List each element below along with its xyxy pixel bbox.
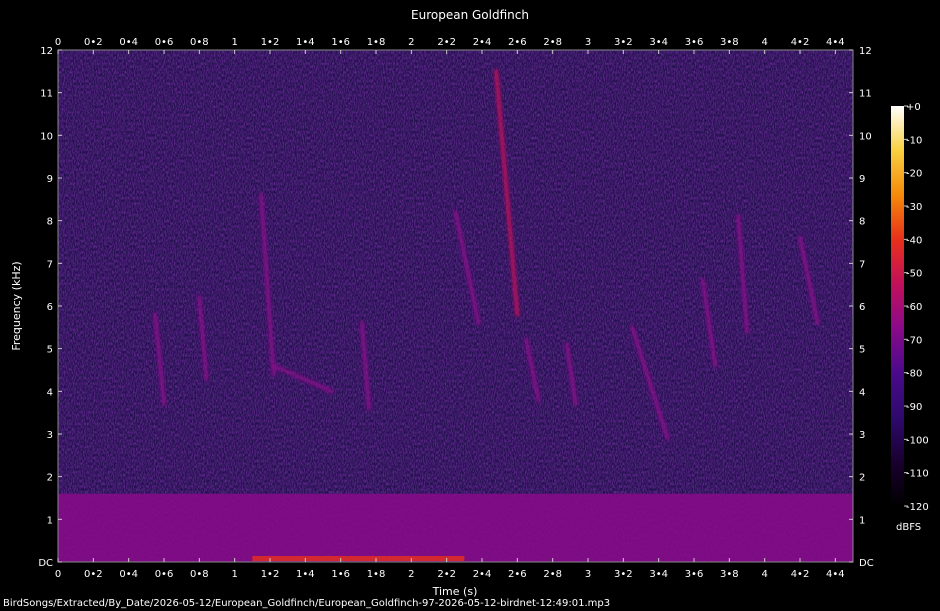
y-tick-label-right: 7 [859, 259, 865, 270]
y-tick-label-right: DC [859, 558, 874, 569]
x-tick-label-top: 3 [585, 37, 591, 48]
x-tick-label-top: 2•4 [473, 37, 492, 48]
x-tick-label-bottom: 2•8 [543, 569, 562, 580]
x-tick-label-top: 2•2 [437, 37, 456, 48]
y-tick-label-left: 11 [40, 89, 53, 100]
y-tick-label-right: 12 [859, 46, 872, 57]
colorbar-tick-label: -70 [906, 335, 922, 346]
x-tick-label-bottom: 1•2 [261, 569, 280, 580]
y-axis-label: Frequency (kHz) [10, 261, 23, 350]
x-tick-label-bottom: 1•6 [331, 569, 350, 580]
x-tick-label-top: 3•6 [685, 37, 704, 48]
spectrogram-bands [58, 493, 853, 562]
y-tick-label-left: 9 [47, 174, 53, 185]
y-tick-label-left: 1 [47, 515, 53, 526]
x-tick-label-bottom: 1 [231, 569, 237, 580]
colorbar-scale [891, 106, 904, 506]
y-tick-label-left: 3 [47, 430, 53, 441]
y-tick-label-right: 9 [859, 174, 865, 185]
x-tick-label-top: 4 [761, 37, 767, 48]
y-tick-label-left: 8 [47, 217, 53, 228]
x-tick-label-top: 4•2 [791, 37, 810, 48]
colorbar-tick-label: +0 [906, 102, 921, 113]
colorbar-tick-label: -20 [906, 169, 922, 180]
y-tick-label-left: 5 [47, 345, 53, 356]
colorbar-tick-label: -110 [906, 469, 929, 480]
x-tick-label-bottom: 2•4 [473, 569, 492, 580]
colorbar: +0 -10 -20 -30 -40 -50 -60 -70 -80 -90 -100 -110 -12… [891, 102, 929, 533]
y-tick-label-left: 4 [47, 387, 53, 398]
colorbar-tick-label: -10 [906, 135, 922, 146]
x-tick-label-bottom: 2•2 [437, 569, 456, 580]
x-tick-label-top: 0•4 [119, 37, 138, 48]
x-tick-label-top: 1•4 [296, 37, 315, 48]
x-tick-label-top: 1•6 [331, 37, 350, 48]
colorbar-tick-label: -40 [906, 235, 922, 246]
colorbar-ticks: +0 -10 -20 -30 -40 -50 -60 -70 -80 -90 -100 -110 -12… [904, 102, 929, 513]
spectrogram-chart: European Goldfinch 0 0•2 0•4 0•6 0•8 1 1•2 1•4 1… [3, 8, 929, 609]
x-tick-label-bottom: 0•8 [190, 569, 209, 580]
y-tick-label-left: DC [38, 558, 53, 569]
colorbar-tick-label: -100 [906, 435, 929, 446]
x-tick-label-bottom: 4 [761, 569, 767, 580]
x-tick-label-bottom: 0•2 [84, 569, 103, 580]
x-tick-label-bottom: 0 [55, 569, 61, 580]
colorbar-tick-label: -120 [906, 502, 929, 513]
y-tick-label-right: 2 [859, 473, 865, 484]
colorbar-tick-label: -50 [906, 269, 922, 280]
x-tick-label-top: 3•8 [720, 37, 739, 48]
y-tick-label-left: 2 [47, 473, 53, 484]
y-tick-label-right: 1 [859, 515, 865, 526]
x-tick-label-top: 1•2 [261, 37, 280, 48]
x-tick-label-top: 2•8 [543, 37, 562, 48]
x-tick-label-top: 3•4 [649, 37, 668, 48]
y-tick-label-left: 7 [47, 259, 53, 270]
x-tick-label-top: 0•6 [155, 37, 174, 48]
low-frequency-band [58, 493, 853, 562]
y-tick-label-left: 6 [47, 302, 53, 313]
colorbar-label: dBFS [896, 522, 921, 533]
colorbar-tick-label: -30 [906, 202, 922, 213]
y-tick-label-right: 11 [859, 89, 872, 100]
x-tick-label-top: 4•4 [826, 37, 845, 48]
x-tick-label-bottom: 3•6 [685, 569, 704, 580]
x-tick-label-top: 2•6 [508, 37, 527, 48]
x-tick-label-top: 0 [55, 37, 61, 48]
x-tick-label-top: 3•2 [614, 37, 633, 48]
y-tick-label-right: 10 [859, 131, 872, 142]
x-tick-label-bottom: 2•6 [508, 569, 527, 580]
dc-band [252, 556, 465, 561]
x-tick-label-top: 1•8 [367, 37, 386, 48]
plot-area [57, 49, 854, 563]
file-path-label: BirdSongs/Extracted/By_Date/2026-05-12/E… [3, 598, 610, 609]
x-tick-label-bottom: 4•4 [826, 569, 845, 580]
y-tick-label-right: 5 [859, 345, 865, 356]
x-tick-label-bottom: 0•6 [155, 569, 174, 580]
y-tick-label-right: 3 [859, 430, 865, 441]
x-tick-label-bottom: 1•4 [296, 569, 315, 580]
x-tick-label-top: 0•8 [190, 37, 209, 48]
x-tick-label-top: 2 [408, 37, 414, 48]
y-tick-label-right: 6 [859, 302, 865, 313]
y-tick-label-right: 8 [859, 217, 865, 228]
x-tick-label-bottom: 4•2 [791, 569, 810, 580]
y-tick-label-left: 12 [40, 46, 53, 57]
x-tick-label-bottom: 2 [408, 569, 414, 580]
x-tick-label-top: 0•2 [84, 37, 103, 48]
x-tick-label-bottom: 3•4 [649, 569, 668, 580]
x-tick-label-bottom: 3•8 [720, 569, 739, 580]
x-tick-label-top: 1 [231, 37, 237, 48]
x-tick-label-bottom: 3 [585, 569, 591, 580]
x-tick-label-bottom: 0•4 [119, 569, 138, 580]
x-tick-label-bottom: 3•2 [614, 569, 633, 580]
colorbar-tick-label: -90 [906, 402, 922, 413]
x-axis-label: Time (s) [432, 585, 478, 598]
chart-title: European Goldfinch [411, 8, 529, 22]
y-tick-label-left: 10 [40, 131, 53, 142]
y-tick-label-right: 4 [859, 387, 865, 398]
x-tick-label-bottom: 1•8 [367, 569, 386, 580]
spectrogram-noise [58, 50, 853, 562]
colorbar-tick-label: -60 [906, 302, 922, 313]
colorbar-tick-label: -80 [906, 369, 922, 380]
